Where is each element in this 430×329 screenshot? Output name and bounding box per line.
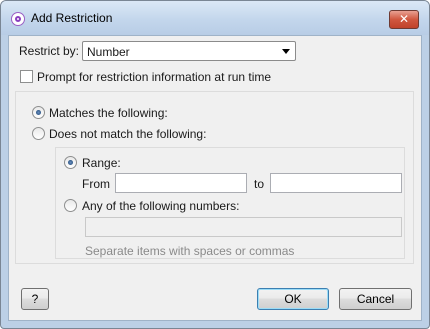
from-label: From [82,177,110,191]
range-radio-label: Range: [82,156,121,170]
chevron-down-icon[interactable] [282,49,290,54]
title-bar: Add Restriction ✕ [1,1,429,35]
matches-radio-label: Matches the following: [49,106,168,120]
restrict-by-value: Number [87,45,130,59]
prompt-checkbox-label: Prompt for restriction information at ru… [37,70,272,84]
cancel-button[interactable]: Cancel [339,288,412,310]
to-label: to [254,177,265,191]
separator-hint: Separate items with spaces or commas [85,244,295,258]
help-button[interactable]: ? [21,288,49,310]
not-match-radio[interactable] [32,127,45,140]
app-icon [11,12,25,26]
not-match-radio-label: Does not match the following: [49,127,207,141]
range-radio[interactable] [64,156,77,169]
restrict-by-label: Restrict by: [19,44,80,58]
prompt-checkbox[interactable] [20,70,33,83]
dialog-title: Add Restriction [31,11,113,25]
range-to-input[interactable] [270,173,402,193]
range-from-input[interactable] [115,173,247,193]
any-numbers-input[interactable] [85,217,402,237]
match-options-group: Matches the following: Does not match th… [15,91,414,264]
any-numbers-radio[interactable] [64,199,77,212]
dialog-window: Add Restriction ✕ Restrict by: Number Pr… [0,0,430,329]
matches-radio[interactable] [32,106,45,119]
close-button[interactable]: ✕ [389,10,419,29]
restrict-by-dropdown[interactable]: Number [82,41,296,61]
dialog-body: Restrict by: Number Prompt for restricti… [8,35,422,321]
ok-button[interactable]: OK [257,288,329,310]
any-numbers-radio-label: Any of the following numbers: [82,199,240,213]
criteria-group: Range: From to Any of the following numb… [55,147,405,259]
